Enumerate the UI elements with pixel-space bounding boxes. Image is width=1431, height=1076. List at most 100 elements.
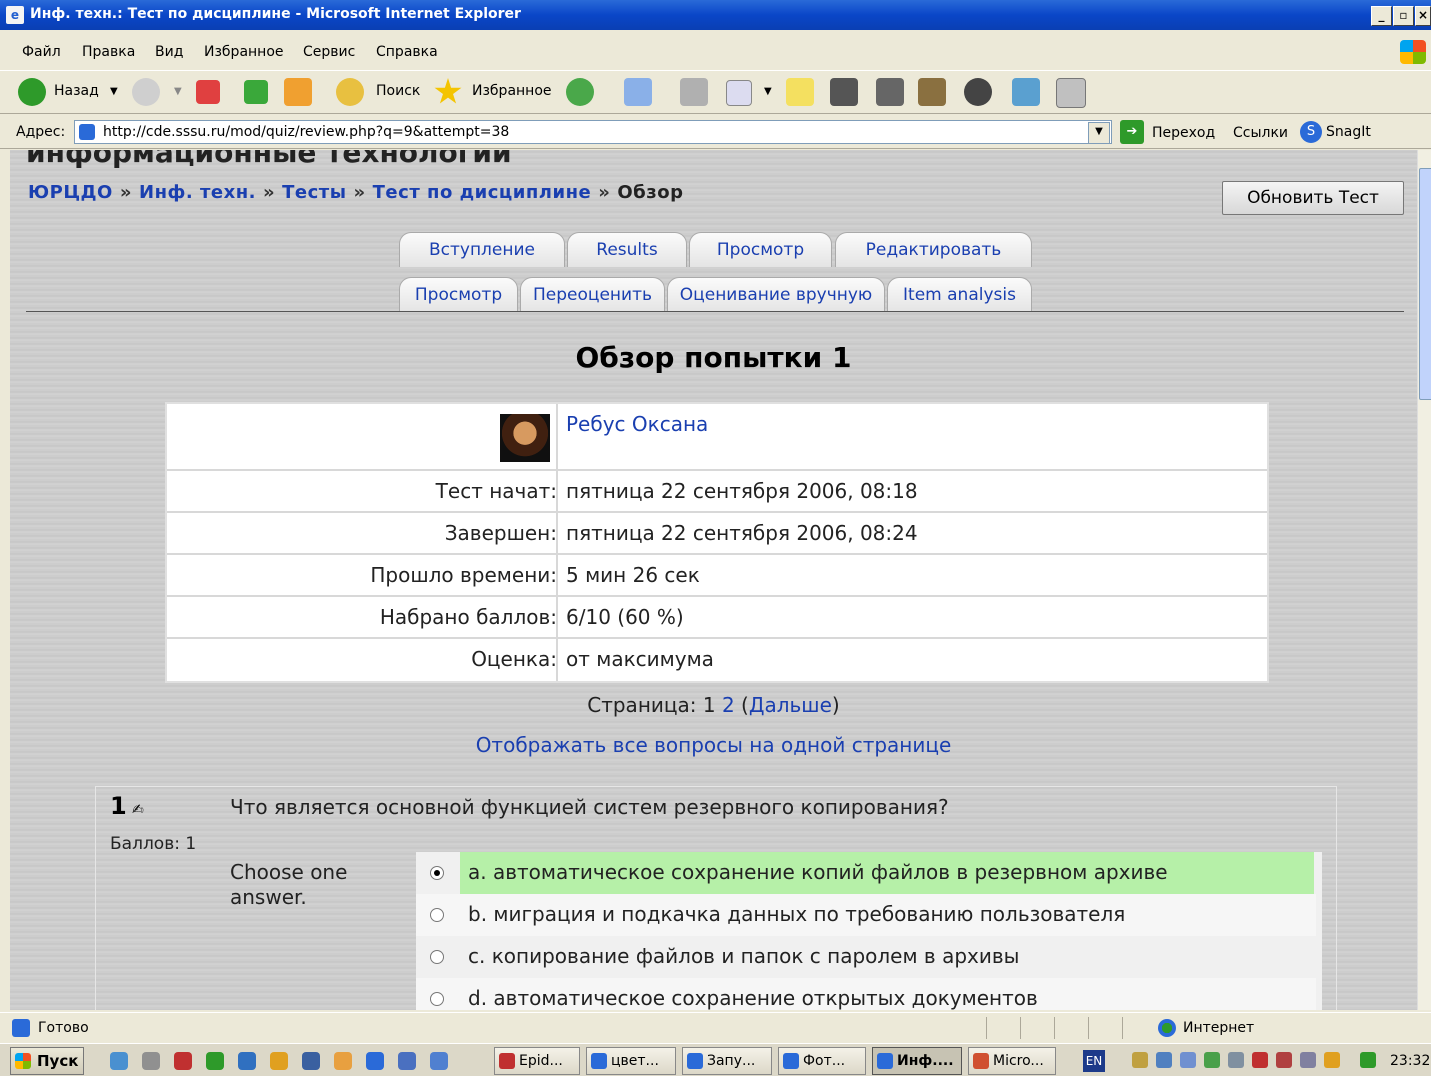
tab-overview[interactable]: Просмотр — [399, 277, 518, 312]
tray-icon[interactable] — [1300, 1052, 1316, 1068]
clock[interactable]: 23:32 — [1390, 1053, 1430, 1069]
menu-tools[interactable]: Сервис — [303, 44, 355, 60]
close-button[interactable]: × — [1415, 6, 1431, 26]
research-icon[interactable] — [918, 78, 946, 106]
address-dropdown-icon[interactable]: ▼ — [1088, 122, 1110, 144]
minimize-button[interactable]: _ — [1371, 6, 1392, 26]
stop-icon[interactable] — [196, 80, 220, 104]
tray-icon[interactable] — [1360, 1052, 1376, 1068]
maximize-button[interactable]: ▫ — [1393, 6, 1414, 26]
mail-icon[interactable] — [624, 78, 652, 106]
back-icon[interactable] — [18, 78, 46, 106]
back-label[interactable]: Назад — [54, 83, 99, 99]
answer-option-a[interactable]: a. автоматическое сохранение копий файло… — [416, 852, 1316, 894]
menu-file[interactable]: Файл — [22, 44, 61, 60]
quicklaunch-icon[interactable] — [238, 1052, 256, 1070]
edit-icon[interactable] — [726, 80, 752, 106]
go-button[interactable]: Переход — [1152, 125, 1215, 141]
tray-icon[interactable] — [1132, 1052, 1148, 1068]
save-icon[interactable] — [1056, 78, 1086, 108]
tray-icon[interactable] — [1252, 1052, 1268, 1068]
language-indicator[interactable]: EN — [1083, 1050, 1105, 1072]
taskbar-button[interactable]: Запу... — [682, 1047, 772, 1075]
favorites-label[interactable]: Избранное — [472, 83, 552, 99]
answer-option-d[interactable]: d. автоматическое сохранение открытых до… — [416, 978, 1316, 1010]
user-avatar[interactable] — [500, 414, 550, 462]
answer-option-c[interactable]: c. копирование файлов и папок с паролем … — [416, 936, 1316, 978]
address-url[interactable]: http://cde.sssu.ru/mod/quiz/review.php?q… — [103, 121, 509, 143]
menu-view[interactable]: Вид — [155, 44, 183, 60]
address-input[interactable]: http://cde.sssu.ru/mod/quiz/review.php?q… — [74, 120, 1112, 144]
quicklaunch-icon[interactable] — [270, 1052, 288, 1070]
tab-results[interactable]: Results — [567, 232, 687, 267]
tab-regrade[interactable]: Переоценить — [520, 277, 665, 312]
breadcrumb-item[interactable]: Инф. техн. — [139, 182, 256, 203]
quicklaunch-icon[interactable] — [302, 1052, 320, 1070]
menu-favorites[interactable]: Избранное — [204, 44, 284, 60]
tray-icon[interactable] — [1324, 1052, 1340, 1068]
quicklaunch-icon[interactable] — [142, 1052, 160, 1070]
tab-manual-grading[interactable]: Оценивание вручную — [667, 277, 885, 312]
pagination-page-2[interactable]: 2 — [722, 693, 735, 717]
forward-icon[interactable] — [132, 78, 160, 106]
edit-dropdown-icon[interactable]: ▼ — [764, 86, 772, 97]
answer-option-b[interactable]: b. миграция и подкачка данных по требова… — [416, 894, 1316, 936]
breadcrumb-item[interactable]: ЮРЦДО — [28, 182, 113, 203]
go-icon[interactable]: ➔ — [1120, 120, 1144, 144]
quicklaunch-icon[interactable] — [366, 1052, 384, 1070]
user-name-link[interactable]: Ребус Оксана — [566, 412, 708, 436]
answer-radio[interactable] — [430, 950, 444, 964]
breadcrumb-item[interactable]: Тест по дисциплине — [373, 182, 592, 203]
tray-icon[interactable] — [1276, 1052, 1292, 1068]
tray-icon[interactable] — [1180, 1052, 1196, 1068]
vertical-scrollbar[interactable] — [1417, 150, 1431, 1010]
taskbar-button[interactable]: цвет... — [586, 1047, 676, 1075]
taskbar-button[interactable]: Фот... — [778, 1047, 866, 1075]
tray-icon[interactable] — [1204, 1052, 1220, 1068]
back-dropdown-icon[interactable]: ▼ — [110, 86, 118, 97]
notes-icon[interactable] — [786, 78, 814, 106]
quicklaunch-icon[interactable] — [334, 1052, 352, 1070]
tray-icon[interactable] — [1228, 1052, 1244, 1068]
quicklaunch-icon[interactable] — [174, 1052, 192, 1070]
history-icon[interactable] — [566, 78, 594, 106]
window-titlebar[interactable]: e Инф. техн.: Тест по дисциплине - Micro… — [0, 0, 1431, 30]
tray-icon[interactable] — [1156, 1052, 1172, 1068]
edit-question-icon[interactable]: ✍ — [132, 802, 144, 818]
menu-edit[interactable]: Правка — [82, 44, 135, 60]
quicklaunch-icon[interactable] — [110, 1052, 128, 1070]
start-button[interactable]: Пуск — [10, 1047, 84, 1075]
tab-item-analysis[interactable]: Item analysis — [887, 277, 1032, 312]
update-quiz-button[interactable]: Обновить Тест — [1222, 181, 1404, 215]
printer-icon[interactable] — [830, 78, 858, 106]
tab-intro[interactable]: Вступление — [399, 232, 565, 267]
quicklaunch-icon[interactable] — [430, 1052, 448, 1070]
messenger-icon[interactable] — [964, 78, 992, 106]
k-icon[interactable] — [876, 78, 904, 106]
breadcrumb-item[interactable]: Тесты — [282, 182, 346, 203]
favorites-icon[interactable] — [434, 78, 462, 104]
taskbar-button[interactable]: Micro... — [968, 1047, 1056, 1075]
answer-radio[interactable] — [430, 992, 444, 1006]
home-icon[interactable] — [284, 78, 312, 106]
show-all-questions-link[interactable]: Отображать все вопросы на одной странице — [10, 733, 1417, 757]
tab-preview[interactable]: Просмотр — [689, 232, 832, 267]
taskbar-button-active[interactable]: Инф.... — [872, 1047, 962, 1075]
snagit-icon[interactable]: S — [1300, 121, 1322, 143]
refresh-icon[interactable] — [244, 80, 268, 104]
users-icon[interactable] — [1012, 78, 1040, 106]
snagit-button[interactable]: SnagIt — [1326, 124, 1371, 140]
answer-radio[interactable] — [430, 866, 444, 880]
quicklaunch-icon[interactable] — [206, 1052, 224, 1070]
scrollbar-thumb[interactable] — [1419, 168, 1431, 400]
answer-radio[interactable] — [430, 908, 444, 922]
quicklaunch-icon[interactable] — [398, 1052, 416, 1070]
forward-dropdown-icon[interactable]: ▼ — [174, 86, 182, 97]
taskbar-button[interactable]: Epid... — [494, 1047, 580, 1075]
menu-help[interactable]: Справка — [376, 44, 438, 60]
links-button[interactable]: Ссылки — [1233, 125, 1288, 141]
tab-edit[interactable]: Редактировать — [835, 232, 1032, 267]
search-icon[interactable] — [336, 78, 364, 106]
print-icon[interactable] — [680, 78, 708, 106]
pagination-next[interactable]: Дальше — [749, 693, 832, 717]
